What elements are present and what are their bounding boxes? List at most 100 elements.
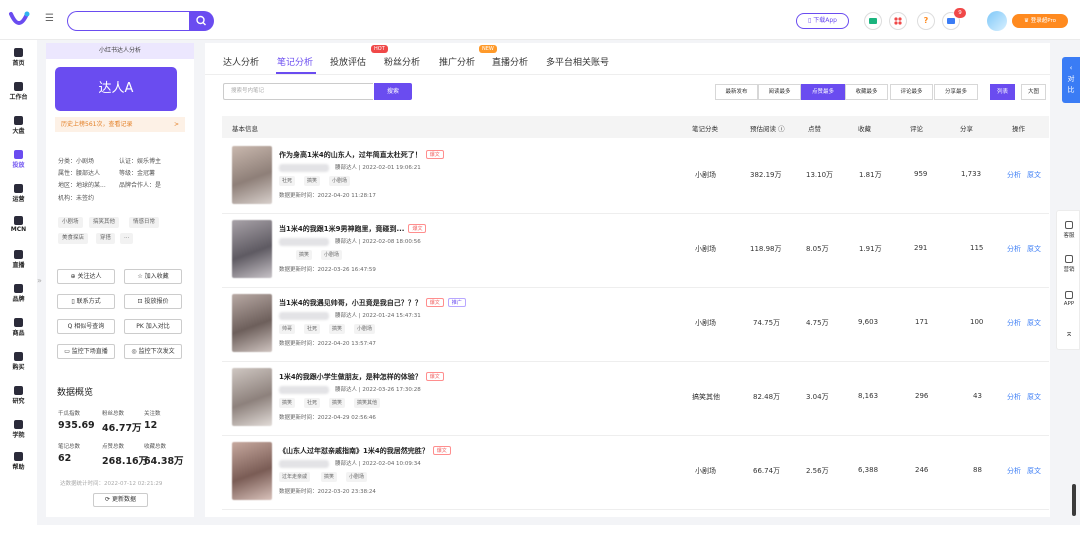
- nav-item-operations[interactable]: 运营: [0, 184, 37, 203]
- note-title[interactable]: 《山东人过年怼亲戚指南》1米4的我居然完胜？ 爆文: [279, 446, 451, 456]
- note-tag: 搞笑: [329, 324, 346, 334]
- favorites-count: 1.81万: [859, 171, 882, 179]
- help-circle-icon: [14, 452, 23, 461]
- original-link[interactable]: 原文: [1027, 244, 1041, 254]
- nav-item-goods[interactable]: 商品: [0, 318, 37, 337]
- comments-count: 291: [914, 244, 928, 252]
- note-meta: 腰部达人 | 2022-02-04 10:09:34: [335, 461, 421, 467]
- history-ranking-link[interactable]: 历史上榜561次，查看记录 >: [55, 117, 185, 132]
- analyze-link[interactable]: 分析: [1007, 466, 1021, 476]
- table-row: 1米4的我跟小学生做朋友，是种怎样的体验？ 爆文 腰部达人 | 2022-03-2…: [222, 362, 1049, 436]
- quote-button[interactable]: ⊡ 投放报价: [124, 294, 182, 309]
- note-thumbnail[interactable]: [232, 220, 272, 278]
- add-compare-button[interactable]: PK 加入对比: [124, 319, 182, 334]
- tab-fans-analysis[interactable]: 粉丝分析: [384, 55, 420, 68]
- note-updated-time: 数据更新时间：2022-03-26 16:47:59: [279, 267, 376, 273]
- original-link[interactable]: 原文: [1027, 170, 1041, 180]
- briefcase-icon[interactable]: [864, 12, 882, 30]
- original-link[interactable]: 原文: [1027, 318, 1041, 328]
- nav-item-placement[interactable]: 投放: [0, 150, 37, 169]
- apps-grid-icon[interactable]: [889, 12, 907, 30]
- more-tags-button[interactable]: ···: [120, 233, 134, 244]
- tab-live-analysis[interactable]: 直播分析: [492, 55, 528, 68]
- favorite-button[interactable]: ☆ 加入收藏: [124, 269, 182, 284]
- monitor-post-button[interactable]: ◎ 监控下次发文: [124, 344, 182, 359]
- comments-count: 171: [915, 318, 929, 326]
- scrollbar[interactable]: [1072, 484, 1076, 516]
- nav-item-live[interactable]: 直播: [0, 250, 37, 269]
- note-tag: 搞笑: [296, 250, 313, 260]
- sort-latest[interactable]: 最新发布: [715, 84, 758, 100]
- nav-item-brand[interactable]: 品牌: [0, 284, 37, 303]
- favorites-count: 6,388: [858, 466, 879, 474]
- sort-most-read[interactable]: 阅读最多: [758, 84, 801, 100]
- tab-promotion-analysis[interactable]: 推广分析: [439, 55, 475, 68]
- sort-most-shares[interactable]: 分享最多: [934, 84, 978, 100]
- compare-tab[interactable]: ‹ 对比: [1062, 57, 1080, 103]
- nav-item-buy[interactable]: 购买: [0, 352, 37, 371]
- original-link[interactable]: 原文: [1027, 392, 1041, 402]
- profile-tag: 穿搭: [96, 233, 116, 244]
- app-button[interactable]: APP: [1057, 291, 1080, 307]
- stat-value: 46.77万: [102, 423, 142, 434]
- view-list[interactable]: 列表: [990, 84, 1015, 100]
- contact-button[interactable]: ▯ 联系方式: [57, 294, 115, 309]
- original-link[interactable]: 原文: [1027, 466, 1041, 476]
- likes-count: 4.75万: [806, 319, 829, 327]
- nav-item-dashboard[interactable]: 大盘: [0, 116, 37, 135]
- tab-placement-evaluation[interactable]: 投放评估: [330, 55, 366, 68]
- note-thumbnail[interactable]: [232, 442, 272, 500]
- sort-most-liked[interactable]: 点赞最多: [801, 84, 845, 100]
- analyze-link[interactable]: 分析: [1007, 170, 1021, 180]
- nav-item-home[interactable]: 首页: [0, 48, 37, 67]
- download-app-button[interactable]: ▯ 下载App: [796, 13, 849, 29]
- analyze-link[interactable]: 分析: [1007, 244, 1021, 254]
- logo-icon[interactable]: [8, 10, 30, 30]
- expand-nav-icon[interactable]: »: [37, 276, 42, 285]
- help-icon[interactable]: ?: [917, 12, 935, 30]
- viral-tag: 爆文: [408, 224, 427, 233]
- goods-icon: [14, 318, 23, 327]
- info-attribute: 属性：腰部达人: [58, 170, 101, 177]
- back-to-top-icon[interactable]: ⌅: [1057, 329, 1080, 339]
- nav-item-workbench[interactable]: 工作台: [0, 82, 37, 101]
- tab-note-analysis[interactable]: 笔记分析: [277, 55, 313, 68]
- follow-button[interactable]: ⊕ 关注达人: [57, 269, 115, 284]
- note-search-input[interactable]: 搜索号内笔记: [223, 83, 373, 100]
- note-thumbnail[interactable]: [232, 294, 272, 352]
- user-avatar[interactable]: [987, 11, 1007, 31]
- analyze-link[interactable]: 分析: [1007, 318, 1021, 328]
- vip-upgrade-button[interactable]: ♛ 登录超Pro: [1012, 14, 1068, 28]
- view-grid[interactable]: 大图: [1021, 84, 1046, 100]
- customer-service-button[interactable]: 客服: [1057, 221, 1080, 239]
- marketing-button[interactable]: 营销: [1057, 255, 1080, 273]
- note-search-button[interactable]: 搜索: [374, 83, 412, 100]
- monitor-live-button[interactable]: ▭ 监控下场直播: [57, 344, 115, 359]
- update-data-button[interactable]: ⟳ 更新数据: [93, 493, 148, 507]
- column-header[interactable]: 预估阅读 ⓘ: [750, 123, 785, 133]
- analyze-link[interactable]: 分析: [1007, 392, 1021, 402]
- shares-count: 115: [970, 244, 984, 252]
- tab-multi-platform[interactable]: 多平台相关账号: [546, 55, 609, 68]
- tab-influencer-analysis[interactable]: 达人分析: [223, 55, 259, 68]
- nav-item-mcn[interactable]: MCN: [0, 216, 37, 233]
- nav-item-academy[interactable]: 学院: [0, 420, 37, 439]
- note-title[interactable]: 1米4的我跟小学生做朋友，是种怎样的体验？ 爆文: [279, 372, 444, 382]
- similar-search-button[interactable]: Q 相似号查询: [57, 319, 115, 334]
- note-title[interactable]: 当1米4的我跟1米9男神跑里，竟碰到... 爆文: [279, 224, 427, 234]
- search-input[interactable]: [67, 11, 189, 31]
- note-thumbnail[interactable]: [232, 368, 272, 426]
- note-title[interactable]: 当1米4的我遇见帅哥，小丑竟是我自己？？？ 爆文 推广: [279, 298, 466, 308]
- phone-icon: [1065, 291, 1073, 299]
- note-tag: 小剧场: [321, 250, 343, 260]
- nav-item-help[interactable]: 帮助: [0, 452, 37, 471]
- sort-most-favorited[interactable]: 收藏最多: [845, 84, 888, 100]
- search-button[interactable]: [189, 11, 214, 31]
- note-thumbnail[interactable]: [232, 146, 272, 204]
- stat-value: 12: [144, 420, 158, 431]
- note-title[interactable]: 作为身高1米4的山东人，过年简直太杜死了！ 爆文: [279, 150, 444, 160]
- nav-item-research[interactable]: 研究: [0, 386, 37, 405]
- sort-most-comments[interactable]: 评论最多: [890, 84, 933, 100]
- mcn-icon: [14, 216, 23, 225]
- menu-toggle-icon[interactable]: ☰: [45, 13, 57, 25]
